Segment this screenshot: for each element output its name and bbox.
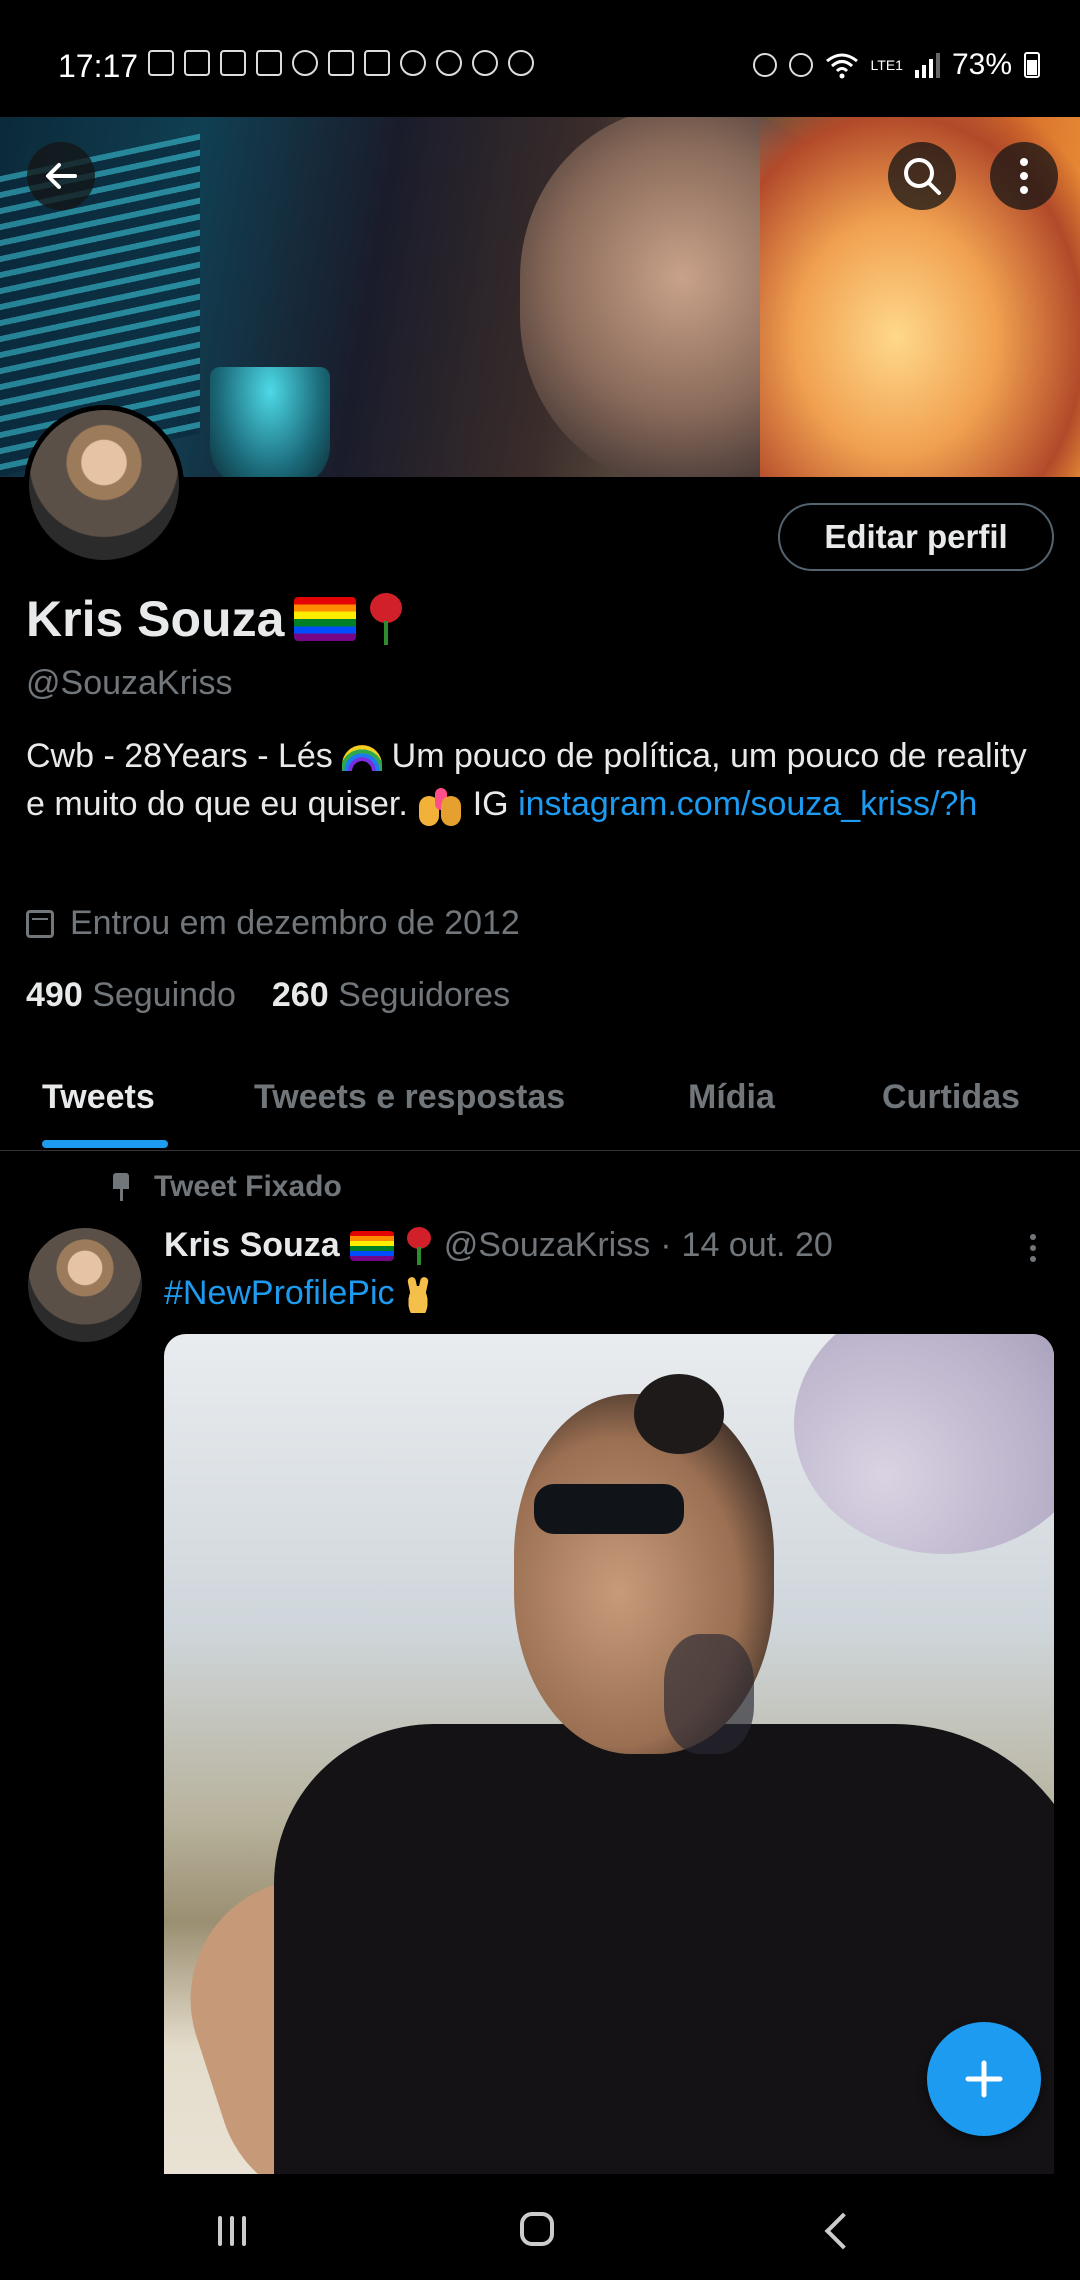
compose-tweet-button[interactable]: [927, 2022, 1041, 2136]
pinned-label: Tweet Fixado: [154, 1170, 342, 1203]
plus-icon: [965, 2060, 1003, 2098]
mail-icon: [220, 50, 246, 76]
ifood-icon: [328, 50, 354, 76]
followers-label: Seguidores: [338, 976, 511, 1014]
following-count: 490: [26, 976, 83, 1014]
tweet-author-name[interactable]: Kris Souza: [164, 1226, 340, 1265]
lock-icon: [752, 53, 777, 77]
network-label: LTE1: [870, 57, 903, 73]
tweet-more-button[interactable]: [1030, 1234, 1038, 1264]
instagram-icon: [292, 50, 318, 76]
facebook-icon: [148, 50, 174, 76]
profile-tabs: Tweets Tweets e respostas Mídia Curtidas: [0, 1060, 1080, 1151]
banner-cup-art: [210, 367, 330, 477]
pinned-label-row: Tweet Fixado: [110, 1170, 342, 1204]
signal-icon: [914, 52, 940, 78]
tweet-author-handle: @SouzaKriss: [443, 1226, 651, 1264]
status-time: 17:17: [58, 48, 139, 84]
photo-tattoo: [664, 1634, 754, 1754]
tweet-text: #NewProfilePic: [164, 1274, 433, 1314]
profile-avatar[interactable]: [24, 405, 184, 565]
facebook-icon: [256, 50, 282, 76]
profile-name: Kris Souza: [26, 591, 285, 647]
following-link[interactable]: 490 Seguindo: [26, 976, 236, 1015]
couple-emoji: [417, 786, 463, 827]
tab-tweets-replies[interactable]: Tweets e respostas: [254, 1078, 565, 1117]
profile-handle: @SouzaKriss: [26, 664, 233, 702]
app-icon: [400, 50, 426, 76]
battery-percent: 73%: [951, 48, 1012, 81]
photo-umbrella: [794, 1334, 1054, 1554]
image-icon: [364, 50, 390, 76]
signature-icon: [508, 50, 534, 76]
threads-icon: [472, 50, 498, 76]
wifi-icon: [825, 53, 858, 79]
back-button[interactable]: [27, 142, 95, 210]
calendar-icon: [26, 909, 54, 938]
followers-count: 260: [271, 976, 329, 1014]
following-label: Seguindo: [92, 976, 236, 1014]
tweet-date[interactable]: 14 out. 20: [682, 1226, 833, 1265]
amazon-icon: [184, 50, 210, 76]
pin-icon: [110, 1173, 132, 1201]
profile-name-row: Kris Souza: [26, 590, 406, 648]
alarm-icon: [788, 53, 813, 77]
more-vertical-icon: [1020, 158, 1028, 194]
system-nav-bar: [0, 2176, 1080, 2280]
hashtag-link[interactable]: #NewProfilePic: [164, 1274, 395, 1312]
join-date: Entrou em dezembro de 2012: [26, 904, 520, 943]
active-tab-indicator: [42, 1140, 168, 1148]
more-vertical-icon: [1030, 1234, 1036, 1240]
search-button[interactable]: [888, 142, 956, 210]
rainbow-flag-emoji: [294, 597, 357, 641]
photo-hair-bun: [634, 1374, 724, 1454]
bio-text-3: IG: [463, 785, 519, 823]
tab-tweets[interactable]: Tweets: [42, 1078, 155, 1117]
edit-profile-button[interactable]: Editar perfil: [778, 503, 1054, 571]
tweet-photo[interactable]: [164, 1334, 1054, 2174]
rainbow-emoji: [342, 745, 383, 772]
tweet-separator: ·: [660, 1226, 672, 1264]
followers-link[interactable]: 260 Seguidores: [272, 976, 510, 1015]
check-icon: [436, 50, 462, 76]
join-date-text: Entrou em dezembro de 2012: [70, 904, 520, 942]
profile-bio: Cwb - 28Years - Lés Um pouco de política…: [26, 732, 1046, 828]
photo-sunglasses: [534, 1484, 684, 1534]
victory-hand-emoji: [402, 1277, 433, 1314]
home-button[interactable]: [520, 2212, 554, 2246]
tab-media[interactable]: Mídia: [688, 1078, 775, 1117]
bio-text-1: Cwb - 28Years - Lés: [26, 737, 343, 775]
follow-stats: 490 Seguindo 260 Seguidores: [26, 976, 510, 1015]
back-nav-button[interactable]: [824, 2212, 862, 2250]
notification-icons: [148, 50, 534, 76]
search-icon: [904, 158, 941, 195]
battery-icon: [1024, 52, 1040, 78]
system-icons: LTE1 73%: [752, 48, 1040, 82]
arrow-left-icon: [46, 163, 77, 189]
more-options-button[interactable]: [990, 142, 1058, 210]
rose-emoji: [404, 1226, 434, 1265]
tab-likes[interactable]: Curtidas: [882, 1078, 1020, 1117]
rainbow-flag-emoji: [349, 1230, 394, 1261]
tweet-author-avatar[interactable]: [28, 1228, 142, 1342]
recent-apps-button[interactable]: [218, 2216, 246, 2246]
tweet-header: Kris Souza @SouzaKriss · 14 out. 20: [164, 1226, 833, 1265]
bio-link[interactable]: instagram.com/souza_kriss/?h: [518, 785, 977, 823]
status-bar: 17:17 LTE1 73%: [0, 0, 1080, 117]
rose-emoji: [366, 593, 406, 645]
